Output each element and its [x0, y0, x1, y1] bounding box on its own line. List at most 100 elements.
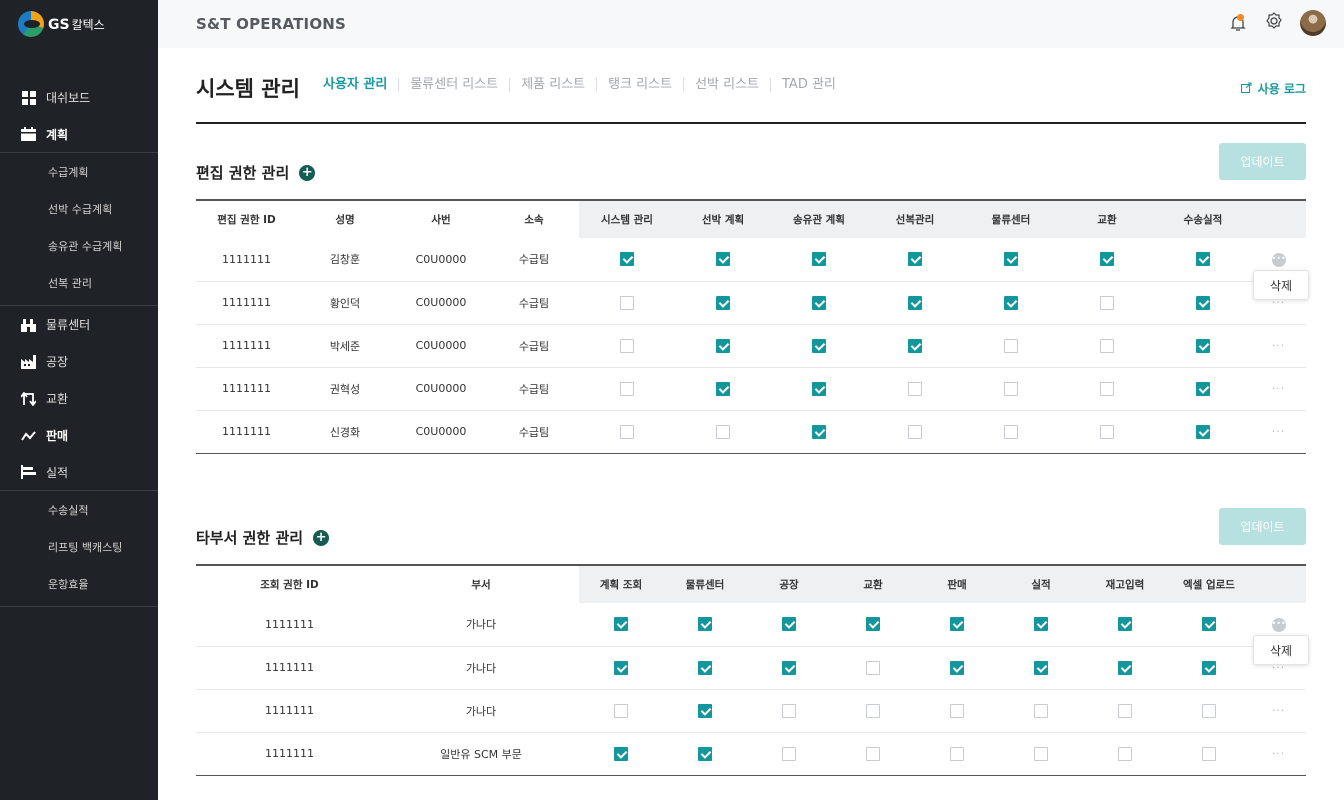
checkbox-unchecked[interactable] [1004, 424, 1018, 439]
checkbox-checked[interactable] [908, 252, 922, 267]
checkbox-unchecked[interactable] [866, 703, 880, 718]
checkbox-unchecked[interactable] [866, 746, 880, 761]
checkbox-checked[interactable] [782, 617, 796, 632]
checkbox-unchecked[interactable] [620, 295, 634, 310]
sidebar-item-logistics[interactable]: 물류센터 [0, 306, 158, 343]
sidebar-item-sales[interactable]: 판매 [0, 417, 158, 454]
checkbox-unchecked[interactable] [1118, 746, 1132, 761]
sidebar-item-plan[interactable]: 계획 [0, 116, 158, 153]
checkbox-unchecked[interactable] [950, 746, 964, 761]
sidebar-item-factory[interactable]: 공장 [0, 343, 158, 380]
checkbox-checked[interactable] [908, 295, 922, 310]
checkbox-checked[interactable] [1100, 252, 1114, 267]
checkbox-checked[interactable] [1118, 660, 1132, 675]
more-options-icon[interactable]: ··· [1272, 747, 1286, 760]
checkbox-unchecked[interactable] [620, 424, 634, 439]
checkbox-checked[interactable] [812, 295, 826, 310]
checkbox-checked[interactable] [1196, 338, 1210, 353]
usage-log-link[interactable]: 사용 로그 [1240, 80, 1306, 97]
sidebar-subitem[interactable]: 선복 관리 [0, 264, 158, 301]
dept-update-button[interactable]: 업데이트 [1219, 508, 1306, 545]
checkbox-unchecked[interactable] [782, 746, 796, 761]
sidebar-subitem[interactable]: 선박 수급계획 [0, 190, 158, 227]
checkbox-checked[interactable] [1202, 617, 1216, 632]
more-options-icon[interactable]: ••• [1271, 253, 1286, 268]
checkbox-unchecked[interactable] [1202, 703, 1216, 718]
sidebar-subitem[interactable]: 운항효율 [0, 565, 158, 602]
sidebar-subitem[interactable]: 수송실적 [0, 491, 158, 528]
checkbox-unchecked[interactable] [866, 660, 880, 675]
sidebar-subitem[interactable]: 수급계획 [0, 153, 158, 190]
checkbox-unchecked[interactable] [716, 424, 730, 439]
checkbox-unchecked[interactable] [620, 338, 634, 353]
checkbox-unchecked[interactable] [1100, 295, 1114, 310]
checkbox-checked[interactable] [614, 660, 628, 675]
checkbox-checked[interactable] [866, 617, 880, 632]
more-options-icon[interactable]: ··· [1272, 425, 1286, 438]
notification-bell-icon[interactable] [1228, 13, 1248, 33]
checkbox-checked[interactable] [812, 252, 826, 267]
checkbox-unchecked[interactable] [1004, 381, 1018, 396]
checkbox-checked[interactable] [614, 617, 628, 632]
settings-gear-icon[interactable] [1264, 11, 1284, 35]
edit-update-button[interactable]: 업데이트 [1219, 143, 1306, 180]
checkbox-checked[interactable] [1004, 252, 1018, 267]
more-options-icon[interactable]: ··· [1272, 339, 1286, 352]
checkbox-checked[interactable] [812, 381, 826, 396]
user-avatar[interactable] [1300, 10, 1326, 36]
checkbox-unchecked[interactable] [1034, 703, 1048, 718]
checkbox-checked[interactable] [1196, 381, 1210, 396]
tab-product-list[interactable]: 제품 리스트 [509, 78, 596, 92]
checkbox-unchecked[interactable] [1004, 338, 1018, 353]
checkbox-checked[interactable] [716, 381, 730, 396]
checkbox-checked[interactable] [716, 338, 730, 353]
checkbox-unchecked[interactable] [1202, 746, 1216, 761]
checkbox-unchecked[interactable] [908, 381, 922, 396]
add-edit-permission-button[interactable]: + [299, 164, 316, 181]
sidebar-item-dashboard[interactable]: 대쉬보드 [0, 79, 158, 116]
checkbox-unchecked[interactable] [614, 703, 628, 718]
sidebar-item-exchange[interactable]: 교환 [0, 380, 158, 417]
checkbox-unchecked[interactable] [950, 703, 964, 718]
tab-logistics-list[interactable]: 물류센터 리스트 [398, 78, 509, 92]
tab-user-management[interactable]: 사용자 관리 [323, 78, 398, 92]
sidebar-item-performance[interactable]: 실적 [0, 454, 158, 491]
brand-logo[interactable]: GS 칼텍스 [0, 0, 158, 48]
checkbox-checked[interactable] [1004, 295, 1018, 310]
tab-tad-management[interactable]: TAD 관리 [770, 78, 847, 92]
checkbox-checked[interactable] [698, 660, 712, 675]
checkbox-unchecked[interactable] [1100, 424, 1114, 439]
checkbox-unchecked[interactable] [1034, 746, 1048, 761]
add-dept-permission-button[interactable]: + [313, 529, 330, 546]
tab-vessel-list[interactable]: 선박 리스트 [683, 78, 770, 92]
checkbox-checked[interactable] [1118, 617, 1132, 632]
checkbox-checked[interactable] [1034, 660, 1048, 675]
checkbox-checked[interactable] [698, 746, 712, 761]
checkbox-checked[interactable] [698, 617, 712, 632]
more-options-icon[interactable]: ••• [1271, 618, 1286, 633]
checkbox-checked[interactable] [1196, 424, 1210, 439]
checkbox-checked[interactable] [812, 424, 826, 439]
checkbox-checked[interactable] [698, 703, 712, 718]
sidebar-subitem[interactable]: 리프팅 백캐스팅 [0, 528, 158, 565]
checkbox-checked[interactable] [782, 660, 796, 675]
checkbox-unchecked[interactable] [1100, 338, 1114, 353]
checkbox-checked[interactable] [1196, 295, 1210, 310]
checkbox-unchecked[interactable] [908, 424, 922, 439]
checkbox-checked[interactable] [1034, 617, 1048, 632]
tab-tank-list[interactable]: 탱크 리스트 [596, 78, 683, 92]
sidebar-subitem[interactable]: 송유관 수급계획 [0, 227, 158, 264]
checkbox-checked[interactable] [812, 338, 826, 353]
checkbox-unchecked[interactable] [620, 381, 634, 396]
more-options-icon[interactable]: ··· [1272, 382, 1286, 395]
checkbox-unchecked[interactable] [1118, 703, 1132, 718]
checkbox-checked[interactable] [614, 746, 628, 761]
checkbox-checked[interactable] [1196, 252, 1210, 267]
delete-menu[interactable]: 삭제 [1253, 270, 1309, 300]
checkbox-unchecked[interactable] [1100, 381, 1114, 396]
delete-menu[interactable]: 삭제 [1253, 635, 1309, 665]
checkbox-checked[interactable] [716, 295, 730, 310]
more-options-icon[interactable]: ··· [1272, 704, 1286, 717]
checkbox-checked[interactable] [950, 617, 964, 632]
checkbox-unchecked[interactable] [782, 703, 796, 718]
